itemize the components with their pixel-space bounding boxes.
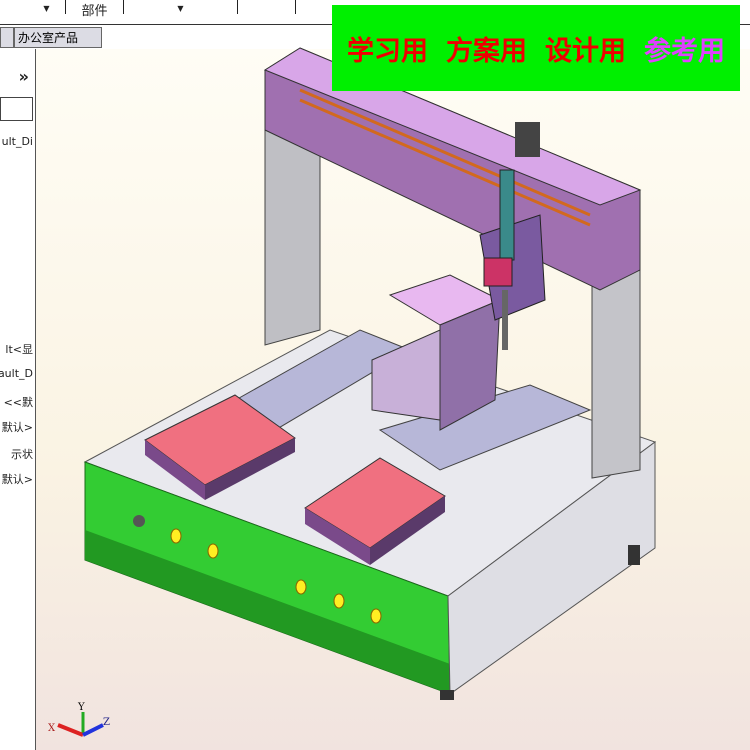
motor <box>515 122 540 157</box>
banner-text: 学习用 <box>347 35 428 67</box>
x-axis-label: X <box>48 723 56 734</box>
banner-text: 参考用 <box>644 35 725 67</box>
axis-triad: Y X Z <box>48 702 110 737</box>
banner-text: 方案用 <box>446 35 527 67</box>
banner-text: 设计用 <box>545 35 626 67</box>
y-axis-label: Y <box>77 702 85 713</box>
z-axis-label: Z <box>103 717 110 728</box>
hole-icon <box>133 515 145 527</box>
machine-model: Y X Z <box>48 47 657 737</box>
watermark-banner: 学习用 方案用 设计用 参考用 <box>332 5 740 91</box>
right-column <box>591 269 641 479</box>
